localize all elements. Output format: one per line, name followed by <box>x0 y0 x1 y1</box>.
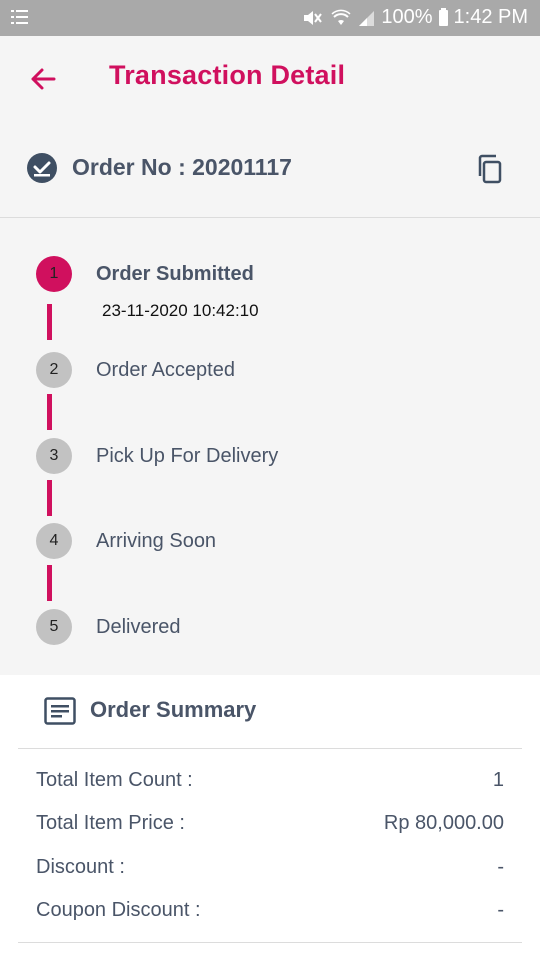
step-number: 5 <box>49 618 59 635</box>
step-1-date: 23-11-2020 10:42:10 <box>102 301 259 320</box>
order-summary-card: Order Summary Total Item Count : 1 Total… <box>0 675 540 960</box>
step-3-indicator: 3 <box>36 438 72 474</box>
order-status-timeline: 1 Order Submitted 23-11-2020 10:42:10 2 … <box>0 218 540 675</box>
summary-row-coupon-discount: Coupon Discount : - <box>36 899 504 922</box>
order-summary-title: Order Summary <box>90 697 257 722</box>
divider <box>18 942 522 943</box>
order-summary-header: Order Summary <box>18 675 522 749</box>
summary-value: - <box>497 856 504 878</box>
step-1-label: Order Submitted <box>96 263 254 285</box>
summary-value: Rp 80,000.00 <box>383 812 504 834</box>
step-5-indicator: 5 <box>36 609 72 645</box>
step-connector <box>47 394 52 430</box>
summary-row-item-price: Total Item Price : Rp 80,000.00 <box>36 812 504 835</box>
step-4-label: Arriving Soon <box>96 530 217 552</box>
summary-label: Total Item Price : <box>36 812 185 834</box>
step-number: 4 <box>49 532 59 549</box>
check-circle-icon <box>27 153 57 183</box>
copy-icon[interactable] <box>474 152 508 186</box>
battery-icon <box>438 7 448 26</box>
order-number-row: Order No : 20201117 <box>0 124 540 218</box>
summary-label: Discount : <box>36 856 125 878</box>
step-2-indicator: 2 <box>36 352 72 388</box>
order-number: Order No : 20201117 <box>72 154 292 180</box>
summary-row-item-count: Total Item Count : 1 <box>36 769 504 792</box>
signal-icon <box>359 10 375 26</box>
notification-list-icon <box>11 10 28 24</box>
clock: 1:42 PM <box>453 6 528 28</box>
step-connector <box>47 480 52 516</box>
app-header: Transaction Detail <box>0 36 540 124</box>
back-arrow-icon[interactable] <box>26 62 60 96</box>
summary-value: 1 <box>492 769 504 791</box>
status-bar: 100% 1:42 PM <box>0 0 540 36</box>
step-connector <box>47 304 52 340</box>
step-connector <box>47 565 52 601</box>
step-number: 1 <box>49 265 59 282</box>
summary-label: Coupon Discount : <box>36 899 201 921</box>
step-2-label: Order Accepted <box>96 359 235 381</box>
step-4-indicator: 4 <box>36 523 72 559</box>
mute-icon <box>304 10 323 25</box>
summary-label: Total Item Count : <box>36 769 193 791</box>
step-number: 3 <box>49 447 59 464</box>
step-5-label: Delivered <box>96 616 181 638</box>
receipt-icon <box>44 697 76 725</box>
step-1-indicator: 1 <box>36 256 72 292</box>
battery-percent: 100% <box>381 6 433 28</box>
step-3-label: Pick Up For Delivery <box>96 445 279 467</box>
page-title: Transaction Detail <box>109 60 346 90</box>
summary-row-discount: Discount : - <box>36 856 504 879</box>
wifi-icon <box>331 9 351 25</box>
summary-value: - <box>497 899 504 921</box>
step-number: 2 <box>49 361 59 378</box>
